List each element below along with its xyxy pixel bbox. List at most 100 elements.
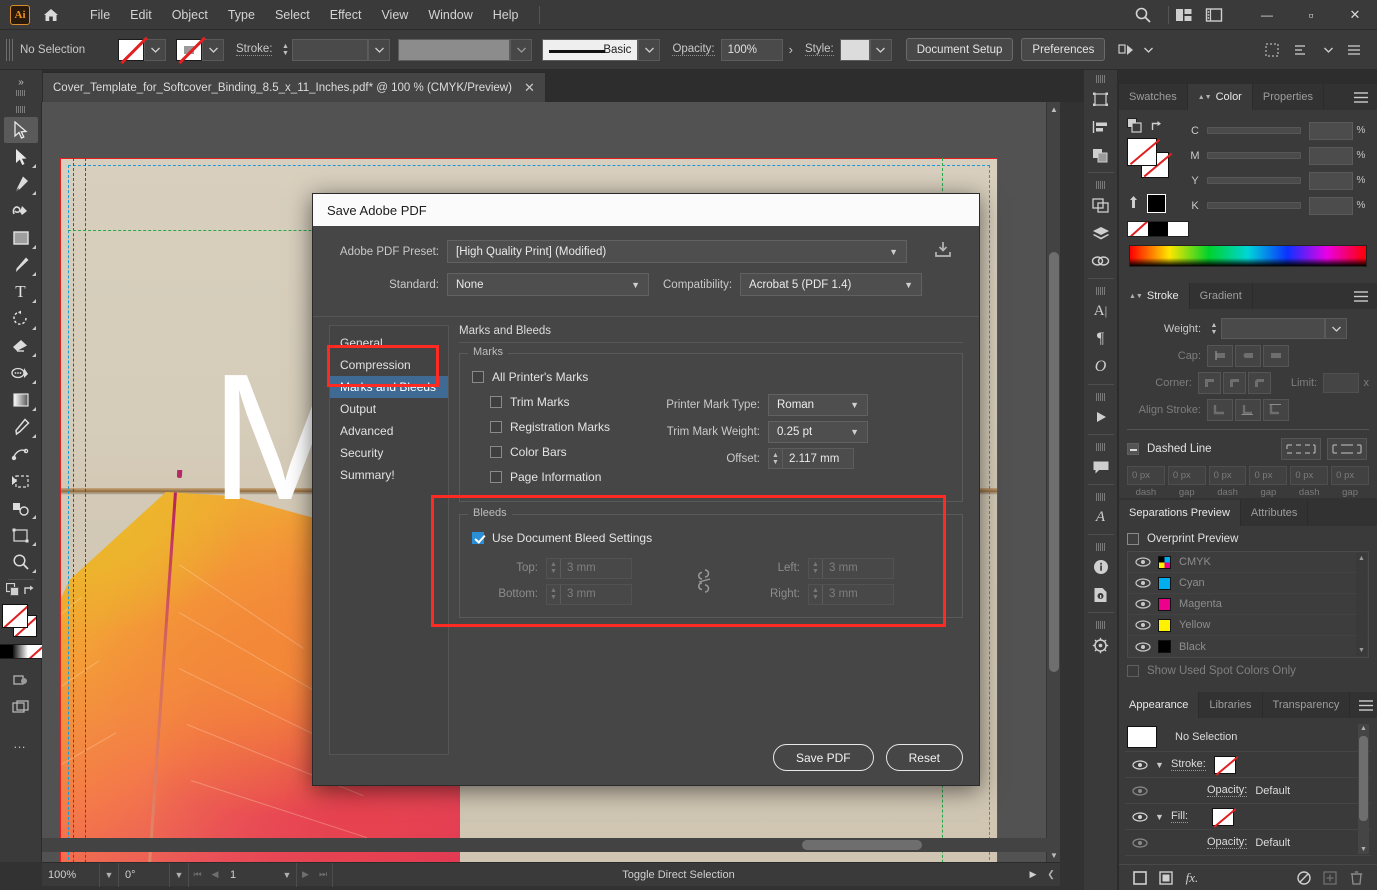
arrange-documents-icon[interactable]: [1169, 0, 1199, 30]
tab-properties[interactable]: Properties: [1253, 84, 1324, 110]
tab-color[interactable]: ▲▼ Color: [1187, 84, 1253, 110]
appearance-scroll-down-icon[interactable]: ▼: [1360, 846, 1367, 853]
align-icon[interactable]: [1087, 113, 1115, 141]
fill-stroke-indicator-icon[interactable]: [5, 582, 20, 600]
appearance-stroke-row[interactable]: ▼ Stroke:: [1125, 752, 1371, 778]
none-icon[interactable]: [27, 645, 43, 658]
canvas-vertical-scrollbar[interactable]: ▲ ▼: [1046, 102, 1060, 862]
color-slider-c[interactable]: C %: [1183, 118, 1369, 143]
printer-mark-type-select[interactable]: Roman ▼: [768, 393, 868, 416]
quick-swatches[interactable]: [1127, 221, 1189, 237]
sidebar-item-summary[interactable]: Summary!: [330, 464, 448, 486]
trim-mark-weight-select[interactable]: 0.25 pt ▼: [768, 420, 868, 443]
bevel-join-icon[interactable]: [1248, 371, 1272, 394]
offset-spinner[interactable]: ▲ ▼: [769, 449, 783, 468]
black-quick-swatch[interactable]: [1148, 222, 1168, 236]
window-close-button[interactable]: ✕: [1333, 2, 1377, 28]
layers-icon[interactable]: [1087, 219, 1115, 247]
eye-icon-black[interactable]: [1128, 641, 1158, 652]
style-dropdown-icon[interactable]: [869, 38, 892, 61]
dash-field-3[interactable]: 0 px: [1290, 466, 1329, 485]
menu-effect[interactable]: Effect: [320, 4, 372, 26]
toolbar-grip[interactable]: [15, 106, 26, 113]
sidebar-item-advanced[interactable]: Advanced: [330, 420, 448, 442]
rotate-tool[interactable]: [4, 306, 38, 332]
expand-fill-icon[interactable]: ▼: [1155, 812, 1171, 822]
align-outside-stroke-icon[interactable]: [1263, 398, 1289, 421]
eraser-tool[interactable]: [4, 333, 38, 359]
control-grid-icon[interactable]: [1257, 35, 1287, 65]
align-center-stroke-icon[interactable]: [1207, 398, 1233, 421]
menu-file[interactable]: File: [80, 4, 120, 26]
dock-grip-3[interactable]: [1096, 287, 1105, 295]
workspace-switcher-icon[interactable]: [1199, 0, 1229, 30]
stroke-weight-dd-icon[interactable]: [1325, 318, 1347, 339]
rotation-value[interactable]: 0°: [118, 862, 170, 887]
show-spot-colors-checkbox[interactable]: [1127, 665, 1139, 677]
butt-cap-icon[interactable]: [1207, 344, 1233, 367]
revert-icon[interactable]: [1127, 195, 1140, 212]
menu-window[interactable]: Window: [418, 4, 482, 26]
gap-field-2[interactable]: 0 px: [1249, 466, 1288, 485]
dock-grip-7[interactable]: [1096, 543, 1105, 551]
color-value-c[interactable]: [1309, 121, 1353, 140]
delete-icon[interactable]: [1343, 867, 1369, 889]
duplicate-icon[interactable]: [1317, 867, 1343, 889]
round-cap-icon[interactable]: [1235, 344, 1261, 367]
separation-row-cyan[interactable]: Cyan: [1128, 573, 1368, 594]
appearance-panel-menu-icon[interactable]: [1350, 692, 1377, 718]
opacity-input[interactable]: 100%: [720, 38, 783, 61]
dash-preserve-icon[interactable]: [1281, 438, 1321, 460]
eye-icon-fill[interactable]: [1125, 811, 1155, 822]
appearance-fill-opacity-row[interactable]: Opacity: Default: [1125, 830, 1371, 856]
color-slider-y[interactable]: Y %: [1183, 168, 1369, 193]
gradient-tool[interactable]: [4, 387, 38, 413]
fx-icon[interactable]: fx.: [1179, 867, 1205, 889]
pen-tool[interactable]: [4, 171, 38, 197]
stroke-profile-dropdown-icon[interactable]: [510, 38, 533, 61]
save-pdf-button[interactable]: Save PDF: [772, 744, 874, 771]
align-inside-stroke-icon[interactable]: [1235, 398, 1261, 421]
scroll-up-arrow[interactable]: ▲: [1047, 102, 1060, 116]
color-fill-swatch[interactable]: [1127, 138, 1157, 166]
zoom-level[interactable]: 100%: [42, 862, 100, 887]
paragraph-icon[interactable]: ¶: [1087, 325, 1115, 353]
symbol-sprayer-tool[interactable]: [4, 495, 38, 521]
sidebar-item-security[interactable]: Security: [330, 442, 448, 464]
dash-adjust-icon[interactable]: [1327, 438, 1367, 460]
color-slider-m[interactable]: M %: [1183, 143, 1369, 168]
dialog-sidebar[interactable]: General Compression Marks and Bleeds Out…: [329, 325, 449, 755]
tab-separations-preview[interactable]: Separations Preview: [1119, 500, 1241, 526]
document-info-icon[interactable]: [1087, 581, 1115, 609]
trim-marks-row[interactable]: Trim Marks: [490, 389, 622, 414]
separation-row-black[interactable]: Black: [1128, 636, 1368, 657]
dock-grip-8[interactable]: [1096, 621, 1105, 629]
separation-row-magenta[interactable]: Magenta: [1128, 594, 1368, 615]
fill-opacity-label[interactable]: Opacity:: [1207, 836, 1248, 849]
separations-scrollbar[interactable]: ▲ ▼: [1356, 553, 1367, 656]
trim-marks-checkbox[interactable]: [490, 395, 502, 408]
offset-field[interactable]: ▲ ▼ 2.117 mm: [768, 448, 854, 469]
status-resize-icon[interactable]: ❮: [1042, 863, 1060, 887]
appearance-fill-row[interactable]: ▼ Fill:: [1125, 804, 1371, 830]
direct-selection-tool[interactable]: [4, 144, 38, 170]
document-tab[interactable]: Cover_Template_for_Softcover_Binding_8.5…: [42, 72, 546, 102]
selection-tool[interactable]: [3, 117, 38, 143]
appearance-stroke-swatch[interactable]: [1213, 755, 1236, 774]
color-value-k[interactable]: [1309, 196, 1353, 215]
document-tab-close-icon[interactable]: ✕: [524, 80, 535, 96]
curvature-tool[interactable]: [4, 198, 38, 224]
color-mode-swatches[interactable]: [0, 644, 44, 659]
projecting-cap-icon[interactable]: [1263, 344, 1289, 367]
stroke-weight-input[interactable]: [292, 38, 369, 61]
dock-grip-6[interactable]: [1096, 493, 1105, 501]
registration-marks-row[interactable]: Registration Marks: [490, 414, 622, 439]
canvas-vscroll-thumb[interactable]: [1049, 252, 1059, 672]
free-transform-tool[interactable]: [4, 468, 38, 494]
tab-attributes[interactable]: Attributes: [1241, 500, 1309, 526]
eye-icon-stroke-opacity[interactable]: [1125, 785, 1155, 796]
first-artboard-icon[interactable]: ⏮: [188, 862, 206, 887]
save-preset-icon[interactable]: [933, 240, 953, 263]
stroke-weight-spinner[interactable]: ▲ ▼: [1207, 318, 1221, 340]
last-artboard-icon[interactable]: ⏭: [314, 863, 332, 887]
